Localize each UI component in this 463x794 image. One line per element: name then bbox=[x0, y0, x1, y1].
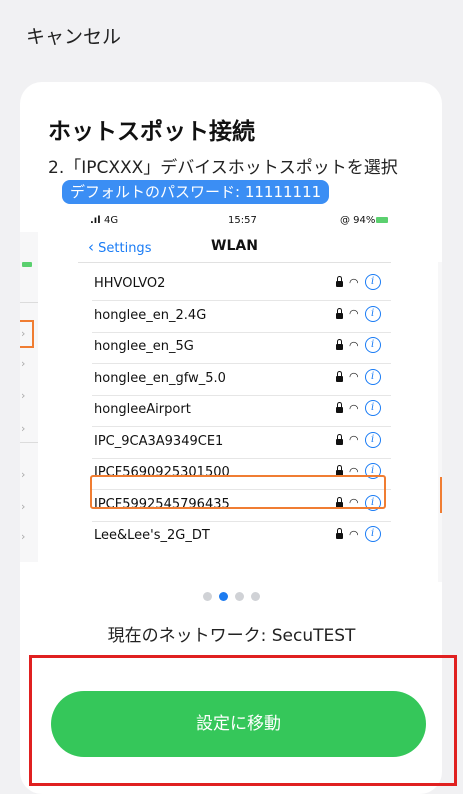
wifi-network-row[interactable]: honglee_en_2.4G ◠ i bbox=[78, 302, 391, 332]
wifi-network-row[interactable]: Lee&Lee's_2G_DT ◠ i bbox=[78, 522, 391, 552]
page-indicator bbox=[203, 592, 260, 601]
network-icons: ◠ i bbox=[336, 526, 381, 542]
lock-icon bbox=[336, 276, 343, 287]
go-to-settings-button[interactable]: 設定に移動 bbox=[51, 691, 426, 757]
network-icons: ◠ i bbox=[336, 400, 381, 416]
cancel-button[interactable]: キャンセル bbox=[26, 22, 121, 49]
wifi-network-name: honglee_en_2.4G bbox=[94, 307, 207, 323]
wifi-icon: ◠ bbox=[349, 370, 359, 383]
network-icons: ◠ i bbox=[336, 337, 381, 353]
page-dot[interactable] bbox=[235, 592, 244, 601]
network-type: 4G bbox=[104, 215, 119, 226]
wifi-network-name: HHVOLVO2 bbox=[94, 276, 166, 291]
chevron-right-icon: › bbox=[21, 389, 26, 402]
chevron-right-icon: › bbox=[21, 357, 26, 370]
wifi-icon: ◠ bbox=[349, 275, 359, 289]
lock-icon bbox=[336, 402, 343, 413]
lock-icon bbox=[336, 528, 343, 539]
chevron-right-icon: › bbox=[21, 530, 26, 543]
page-dot[interactable] bbox=[203, 592, 212, 601]
wifi-network-row[interactable]: IPC_9CA3A9349CE1 ◠ i bbox=[78, 428, 391, 458]
network-icons: ◠ i bbox=[336, 305, 381, 322]
wifi-settings-screenshot: .ıl 4G 15:57 @ 94% ‹ Settings WLAN HHVOL… bbox=[78, 212, 391, 582]
wifi-network-row[interactable]: honglee_en_5G ◠ i bbox=[78, 333, 391, 363]
status-time: 15:57 bbox=[228, 215, 257, 226]
wifi-icon: ◠ bbox=[349, 433, 359, 446]
network-icons: ◠ i bbox=[336, 431, 381, 448]
chevron-right-icon: › bbox=[21, 327, 26, 340]
step-instruction: 2.「IPCXXX」デバイスホットスポットを選択 bbox=[48, 158, 398, 178]
wifi-icon: ◠ bbox=[349, 401, 359, 415]
default-password-badge: デフォルトのパスワード: 11111111 bbox=[62, 180, 330, 204]
lock-icon bbox=[336, 433, 343, 445]
page-dot[interactable] bbox=[251, 592, 260, 601]
divider bbox=[20, 442, 38, 443]
selected-network-highlight bbox=[90, 475, 386, 509]
info-icon[interactable]: i bbox=[364, 337, 381, 353]
lock-icon bbox=[336, 370, 343, 382]
wifi-network-row[interactable]: hongleeAirport ◠ i bbox=[78, 396, 391, 426]
network-icons: ◠ i bbox=[336, 274, 381, 290]
wifi-network-name: IPC_9CA3A9349CE1 bbox=[94, 433, 224, 449]
navigation-bar: ‹ Settings WLAN bbox=[78, 234, 391, 263]
status-bar: .ıl 4G 15:57 @ 94% bbox=[78, 212, 391, 230]
wifi-network-name: hongleeAirport bbox=[94, 402, 191, 417]
info-icon[interactable]: i bbox=[364, 431, 381, 448]
wifi-icon: ◠ bbox=[349, 338, 359, 352]
wifi-icon: ◠ bbox=[349, 527, 359, 541]
chevron-right-icon: › bbox=[21, 500, 26, 513]
battery-level: @ 94% bbox=[340, 215, 376, 226]
info-icon[interactable]: i bbox=[364, 400, 381, 416]
signal-icon: .ıl bbox=[90, 215, 101, 226]
highlight-peek bbox=[440, 477, 442, 513]
current-network: 現在のネットワーク: SecuTEST bbox=[107, 626, 356, 646]
network-icons: ◠ i bbox=[336, 368, 381, 385]
wifi-icon: ◠ bbox=[349, 307, 359, 320]
divider bbox=[20, 302, 38, 303]
info-icon[interactable]: i bbox=[364, 274, 381, 290]
wifi-network-row[interactable]: honglee_en_gfw_5.0 ◠ i bbox=[78, 365, 391, 395]
info-icon[interactable]: i bbox=[364, 368, 381, 385]
chevron-right-icon: › bbox=[21, 468, 26, 481]
wifi-network-name: honglee_en_gfw_5.0 bbox=[94, 370, 226, 386]
chevron-right-icon: › bbox=[21, 422, 26, 435]
wlan-title: WLAN bbox=[211, 238, 258, 254]
next-slide-peek bbox=[438, 262, 442, 582]
info-icon[interactable]: i bbox=[364, 305, 381, 322]
wifi-network-row[interactable]: HHVOLVO2 ◠ i bbox=[78, 270, 391, 300]
wifi-network-name: honglee_en_5G bbox=[94, 339, 194, 354]
page-dot[interactable] bbox=[219, 592, 228, 601]
lock-icon bbox=[336, 307, 343, 319]
lock-icon bbox=[336, 339, 343, 350]
wifi-network-name: Lee&Lee's_2G_DT bbox=[94, 528, 210, 543]
info-icon[interactable]: i bbox=[364, 526, 381, 542]
prev-slide-peek: › › › › › › › bbox=[20, 232, 38, 562]
card-title: ホットスポット接続 bbox=[48, 119, 255, 145]
battery-icon bbox=[22, 262, 32, 267]
battery-icon bbox=[376, 217, 388, 223]
